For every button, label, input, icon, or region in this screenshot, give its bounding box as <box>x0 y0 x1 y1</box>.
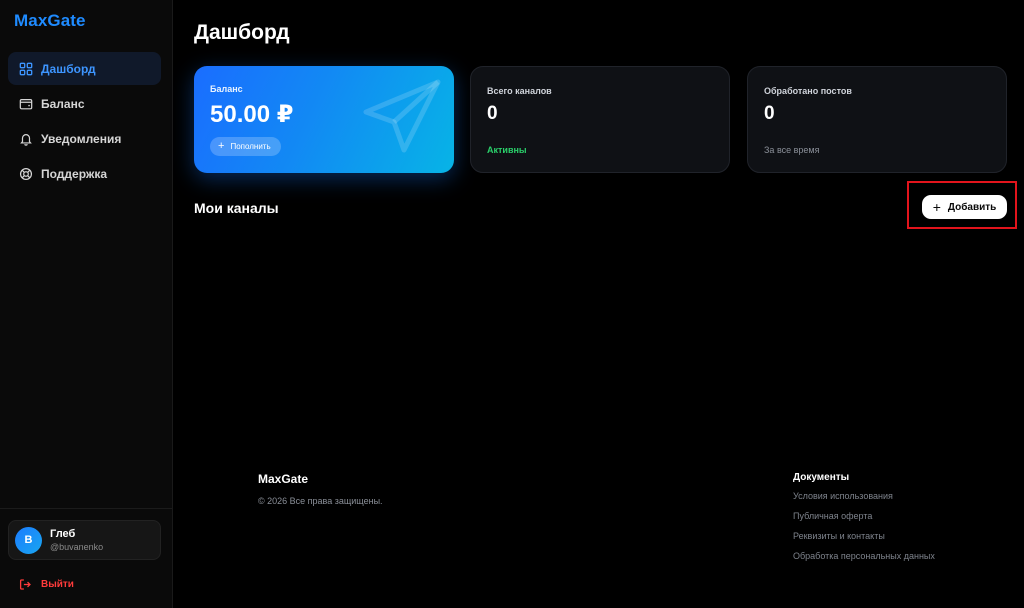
footer-copyright: © 2026 Все права защищены. <box>258 496 383 506</box>
balance-label: Баланс <box>210 84 243 94</box>
footer-links: Условия использования Публичная оферта Р… <box>793 491 935 571</box>
posts-card: Обработано постов 0 За все время <box>747 66 1007 173</box>
paper-plane-icon <box>363 79 441 153</box>
footer-brand: MaxGate <box>258 472 309 486</box>
bell-icon <box>19 132 33 146</box>
sidebar-item-dashboard[interactable]: Дашборд <box>8 52 161 85</box>
user-info: Глеб @buvanenko <box>50 528 103 553</box>
add-button-label: Добавить <box>947 201 997 213</box>
app-root: MaxGate Дашборд Баланс Уведомления Подде… <box>0 0 1024 608</box>
logout-icon <box>19 579 31 590</box>
sidebar-item-label: Дашборд <box>41 61 96 76</box>
plus-icon: + <box>932 199 941 215</box>
sidebar-item-balance[interactable]: Баланс <box>8 87 161 120</box>
sidebar-item-support[interactable]: Поддержка <box>8 157 161 190</box>
user-name: Глеб <box>50 527 76 540</box>
balance-value: 50.00 ₽ <box>210 101 294 128</box>
logout-label: Выйти <box>41 579 74 590</box>
plus-icon: + <box>218 140 225 152</box>
user-card[interactable]: В Глеб @buvanenko <box>8 520 161 560</box>
posts-value: 0 <box>764 103 775 124</box>
channels-card: Всего каналов 0 Активны <box>470 66 730 173</box>
section-title-channels: Мои каналы <box>194 200 279 216</box>
page-title: Дашборд <box>194 21 290 44</box>
channels-label: Всего каналов <box>487 86 552 96</box>
sidebar-item-label: Уведомления <box>41 131 122 146</box>
topup-button[interactable]: + Пополнить <box>210 137 281 156</box>
posts-label: Обработано постов <box>764 86 852 96</box>
wallet-icon <box>19 97 33 111</box>
user-handle: @buvanenko <box>50 541 104 552</box>
sidebar-divider <box>0 508 172 509</box>
footer-link-contacts[interactable]: Реквизиты и контакты <box>793 531 935 551</box>
logout-button[interactable]: Выйти <box>19 578 74 591</box>
footer-docs-title: Документы <box>793 472 850 483</box>
footer-link-offer[interactable]: Публичная оферта <box>793 511 935 531</box>
channels-status: Активны <box>487 145 527 155</box>
lifebuoy-icon <box>19 167 33 181</box>
avatar: В <box>15 526 42 554</box>
app-logo[interactable]: MaxGate <box>14 11 86 31</box>
sidebar: MaxGate Дашборд Баланс Уведомления Подде… <box>0 0 173 608</box>
sidebar-item-notifications[interactable]: Уведомления <box>8 122 161 155</box>
sidebar-item-label: Баланс <box>41 96 85 111</box>
add-channel-button[interactable]: + Добавить <box>922 195 1007 219</box>
footer-link-terms[interactable]: Условия использования <box>793 491 935 511</box>
channels-value: 0 <box>487 103 498 124</box>
sidebar-item-label: Поддержка <box>41 166 108 181</box>
topup-label: Пополнить <box>230 142 271 151</box>
footer-link-privacy[interactable]: Обработка персональных данных <box>793 551 935 571</box>
sidebar-nav: Дашборд Баланс Уведомления Поддержка <box>8 52 161 192</box>
posts-period: За все время <box>764 145 820 155</box>
grid-icon <box>19 62 33 76</box>
